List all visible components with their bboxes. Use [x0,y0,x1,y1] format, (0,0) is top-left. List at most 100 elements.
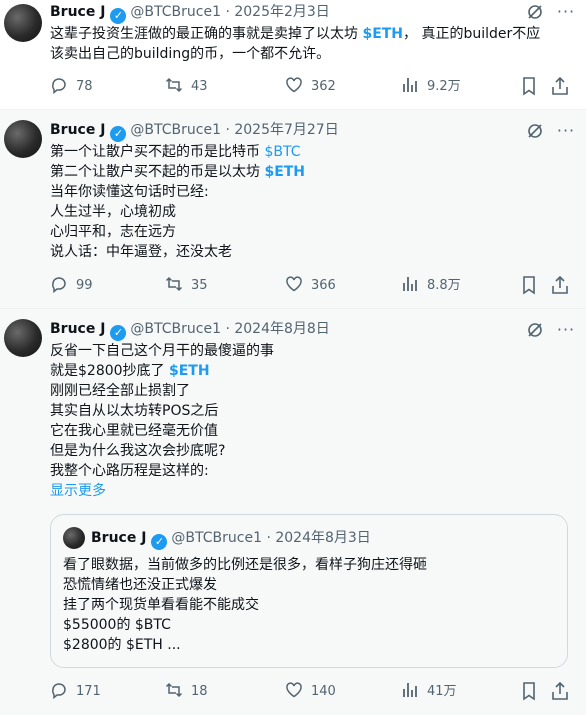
repost-count: 18 [191,684,208,699]
views-icon [403,683,417,697]
views-icon [403,78,417,92]
more-options-icon[interactable]: ··· [556,2,576,22]
repost-icon [165,276,183,292]
cashtag-eth[interactable]: $ETH [362,26,403,42]
like-button[interactable]: 366 [285,275,336,295]
author-name[interactable]: Bruce J [50,122,105,138]
author-handle[interactable]: @BTCBruce1 [130,321,221,337]
author-handle: @BTCBruce1 [171,530,262,546]
tweet-text-segment: 第二个让散户买不起的币是以太坊 [50,164,265,180]
tweet-text-segment: 我整个心路历程是这样的: [50,463,209,479]
reply-icon [52,78,66,95]
cashtag-btc[interactable]: $BTC [264,144,300,160]
author-handle[interactable]: @BTCBruce1 [130,122,221,138]
like-button[interactable]: 140 [285,681,336,701]
verified-badge-icon: ✓ [110,325,127,341]
tweet-header: Bruce J ✓ @BTCBruce1 · 2025年7月27日 [50,120,339,142]
tweet-date: 2024年8月3日 [275,530,371,546]
tweet-text-segment: 当年你读懂这句话时已经: [50,184,209,200]
cashtag-eth[interactable]: $ETH [264,164,305,180]
tweet-2[interactable]: Bruce J ✓ @BTCBruce1 · 2025年7月27日 ··· 第一个让… [0,109,586,308]
views-count: 9.2万 [427,79,461,94]
like-count: 366 [311,278,336,293]
quoted-tweet-header: Bruce J ✓ @BTCBruce1 · 2024年8月3日 [91,528,371,550]
tweet-date[interactable]: 2024年8月8日 [234,321,329,337]
bookmark-icon[interactable] [519,76,539,96]
header-separator: · [225,321,230,337]
repost-button[interactable]: 43 [165,76,208,96]
show-more-link[interactable]: 显示更多 [50,481,572,501]
share-icon[interactable] [550,275,570,295]
bookmark-icon[interactable] [519,275,539,295]
tweet-text: 第一个让散户买不起的币是比特币 $BTC 第二个让散户买不起的币是以太坊 $ET… [50,142,572,262]
grok-icon[interactable] [525,121,545,141]
repost-button[interactable]: 35 [165,275,208,295]
views-button[interactable]: 41万 [401,681,457,701]
tweet-text-segment: $55000的 $BTC [63,617,171,633]
tweet-text: 这辈子投资生涯做的最正确的事就是卖掉了以太坊 $ETH， 真正的builder不… [50,24,572,64]
tweet-date[interactable]: 2025年2月3日 [234,4,329,20]
tweet-actions: 78 43 362 9.2万 [44,76,576,96]
heart-icon [286,682,302,698]
author-handle[interactable]: @BTCBruce1 [130,4,221,20]
tweet-text-segment: 看了眼数据，当前做多的比例还是很多，看样子狗庄还得砸 [63,557,427,573]
views-count: 41万 [427,684,457,699]
reply-button[interactable]: 171 [50,681,101,701]
avatar[interactable] [4,319,42,357]
verified-badge-icon: ✓ [110,126,127,142]
quoted-tweet[interactable]: Bruce J ✓ @BTCBruce1 · 2024年8月3日 看了眼数据，当前做… [50,514,568,668]
tweet-actions: 171 18 140 41万 [44,681,576,701]
tweet-text-segment: 其实自从以太坊转POS之后 [50,403,219,419]
repost-icon [165,77,183,93]
tweet-text-segment: 但是为什么我这次会抄底呢? [50,443,226,459]
repost-icon [165,682,183,698]
like-count: 140 [311,684,336,699]
avatar [63,527,85,549]
tweet-actions: 99 35 366 8.8万 [44,275,576,295]
more-options-icon[interactable]: ··· [556,320,576,340]
tweet-1[interactable]: Bruce J ✓ @BTCBruce1 · 2025年2月3日 ··· 这辈子投资… [0,0,586,109]
repost-count: 35 [191,278,208,293]
header-separator: · [225,122,230,138]
reply-button[interactable]: 78 [50,76,93,96]
header-separator: · [266,530,271,546]
author-name: Bruce J [91,530,147,546]
share-icon[interactable] [550,681,570,701]
tweet-text-segment: 这辈子投资生涯做的最正确的事就是卖掉了以太坊 [50,26,363,42]
reply-icon [52,277,66,294]
header-separator: · [225,4,230,20]
author-name[interactable]: Bruce J [50,4,105,20]
tweet-text: 反省一下自己这个月干的最傻逼的事 就是$2800抄底了 $ETH 刚刚已经全部止… [50,341,572,501]
share-icon[interactable] [550,76,570,96]
more-options-icon[interactable]: ··· [556,121,576,141]
reply-count: 78 [76,79,93,94]
tweet-header: Bruce J ✓ @BTCBruce1 · 2025年2月3日 [50,2,330,24]
tweet-text-segment: 人生过半，心境初成 [50,204,176,220]
author-name[interactable]: Bruce J [50,321,105,337]
tweet-text-segment: 反省一下自己这个月干的最傻逼的事 [50,343,274,359]
repost-button[interactable]: 18 [165,681,208,701]
views-button[interactable]: 8.8万 [401,275,461,295]
views-button[interactable]: 9.2万 [401,76,461,96]
views-count: 8.8万 [427,278,461,293]
bookmark-icon[interactable] [519,681,539,701]
reply-button[interactable]: 99 [50,275,93,295]
grok-icon[interactable] [525,320,545,340]
tweet-date[interactable]: 2025年7月27日 [234,122,338,138]
tweet-text-segment: 说人话：中年逼登，还没太老 [50,244,232,260]
tweet-header: Bruce J ✓ @BTCBruce1 · 2024年8月8日 [50,319,330,341]
tweet-text-segment: 心归平和，志在远方 [50,224,176,240]
avatar[interactable] [4,4,42,42]
tweet-text-segment: 该卖出自己的building的币，一个都不允许。 [50,46,331,62]
reply-count: 171 [76,684,101,699]
tweet-3[interactable]: Bruce J ✓ @BTCBruce1 · 2024年8月8日 ··· 反省一下自… [0,308,586,715]
grok-icon[interactable] [525,2,545,22]
cashtag-eth[interactable]: $ETH [169,363,210,379]
quoted-tweet-text: 看了眼数据，当前做多的比例还是很多，看样子狗庄还得砸 恐慌情绪也还没正式爆发 挂… [63,555,427,655]
avatar[interactable] [4,120,42,158]
tweet-text-segment: 刚刚已经全部止损割了 [50,383,190,399]
like-button[interactable]: 362 [285,76,336,96]
reply-count: 99 [76,278,93,293]
tweet-text-segment: 它在我心里就已经毫无价值 [50,423,218,439]
heart-icon [286,276,302,292]
